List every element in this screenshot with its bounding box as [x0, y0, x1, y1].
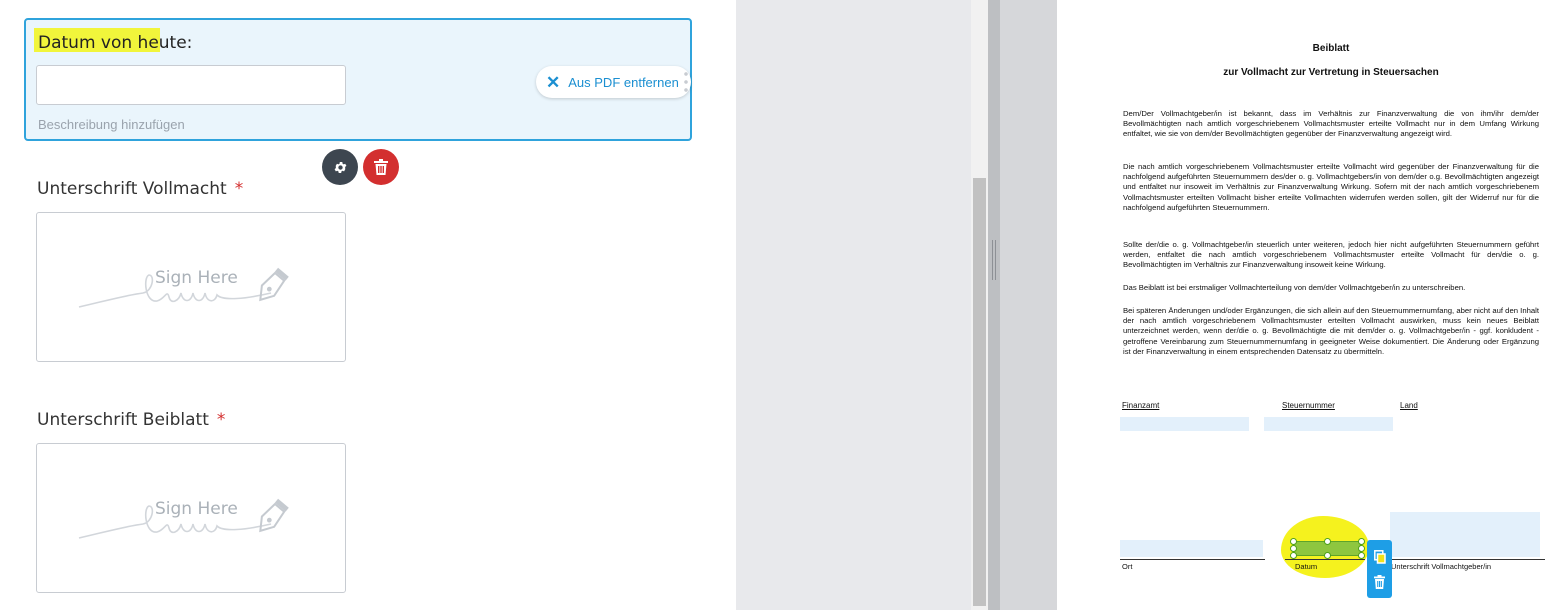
remove-from-pdf-label: Aus PDF entfernen [568, 74, 679, 90]
form-scrollbar-thumb[interactable] [973, 178, 986, 606]
pdf-field-steuernummer[interactable] [1264, 417, 1393, 431]
pdf-label-finanzamt: Finanzamt [1122, 401, 1160, 410]
signature-vollmacht-pad[interactable]: Sign Here [36, 212, 346, 362]
panel-resize-divider[interactable] [988, 0, 1000, 610]
resize-handle[interactable] [1290, 545, 1297, 552]
required-mark: * [216, 410, 226, 430]
resize-handle[interactable] [1358, 552, 1365, 559]
pdf-field-finanzamt[interactable] [1120, 417, 1249, 431]
pdf-label-steuernummer: Steuernummer [1282, 401, 1335, 410]
resize-handle[interactable] [1358, 545, 1365, 552]
signature-vollmacht-label: Unterschrift Vollmacht * [37, 179, 243, 199]
pdf-label-datum: Datum [1295, 562, 1318, 571]
resize-grip-icon[interactable] [992, 240, 996, 280]
signature-beiblatt-text: Unterschrift Beiblatt [37, 410, 209, 430]
pdf-line-datum [1285, 559, 1365, 560]
sign-here-text: Sign Here [155, 268, 238, 288]
drag-handle-icon[interactable] [684, 70, 688, 96]
pdf-label-land: Land [1400, 401, 1418, 410]
trash-icon [374, 159, 388, 175]
pdf-field-signature[interactable] [1390, 512, 1540, 557]
field-toolbar [1367, 540, 1392, 598]
pdf-paragraph: Sollte der/die o. g. Vollmachtgeber/in s… [1123, 240, 1539, 270]
date-input[interactable] [36, 65, 346, 105]
pdf-label-ort: Ort [1122, 562, 1133, 571]
settings-button[interactable] [322, 149, 358, 185]
canvas-gutter [736, 0, 971, 610]
resize-handle[interactable] [1290, 538, 1297, 545]
required-mark: * [234, 179, 244, 199]
pdf-page: Beiblatt zur Vollmacht zur Vertretung in… [1057, 0, 1562, 610]
pdf-paragraph: Die nach amtlich vorgeschriebenem Vollma… [1123, 162, 1539, 212]
signature-vollmacht-text: Unterschrift Vollmacht [37, 179, 227, 199]
pdf-title: Beiblatt [1312, 43, 1350, 54]
copy-icon[interactable] [1373, 549, 1386, 564]
sign-here-text: Sign Here [155, 499, 238, 519]
signature-beiblatt-label: Unterschrift Beiblatt * [37, 410, 225, 430]
pdf-subtitle: zur Vollmacht zur Vertretung in Steuersa… [1223, 67, 1439, 78]
signature-beiblatt-pad[interactable]: Sign Here [36, 443, 346, 593]
pdf-line-signature [1390, 559, 1545, 560]
date-field-card[interactable]: Datum von heute: Beschreibung hinzufügen… [24, 18, 692, 141]
trash-icon[interactable] [1374, 574, 1385, 589]
resize-handle[interactable] [1358, 538, 1365, 545]
resize-handle[interactable] [1324, 552, 1331, 559]
close-icon: ✕ [546, 72, 561, 92]
pdf-paragraph: Das Beiblatt ist bei erstmaliger Vollmac… [1123, 283, 1466, 292]
resize-handle[interactable] [1290, 552, 1297, 559]
pdf-paragraph: Bei späteren Änderungen und/oder Ergänzu… [1123, 306, 1539, 356]
pdf-label-unterschrift: Unterschrift Vollmachtgeber/in [1391, 562, 1492, 571]
form-editor-panel: Datum von heute: Beschreibung hinzufügen… [0, 0, 736, 610]
date-field-label[interactable]: Datum von heute: [38, 33, 192, 53]
pdf-gutter [1000, 0, 1057, 610]
pdf-field-ort[interactable] [1120, 540, 1263, 557]
resize-handle[interactable] [1324, 538, 1331, 545]
add-description-link[interactable]: Beschreibung hinzufügen [38, 117, 185, 132]
pdf-paragraph: Dem/Der Vollmachtgeber/in ist bekannt, d… [1123, 109, 1539, 139]
delete-field-button[interactable] [363, 149, 399, 185]
remove-from-pdf-button[interactable]: ✕ Aus PDF entfernen [536, 66, 691, 98]
gear-icon [334, 161, 346, 173]
pdf-line-ort [1120, 559, 1265, 560]
